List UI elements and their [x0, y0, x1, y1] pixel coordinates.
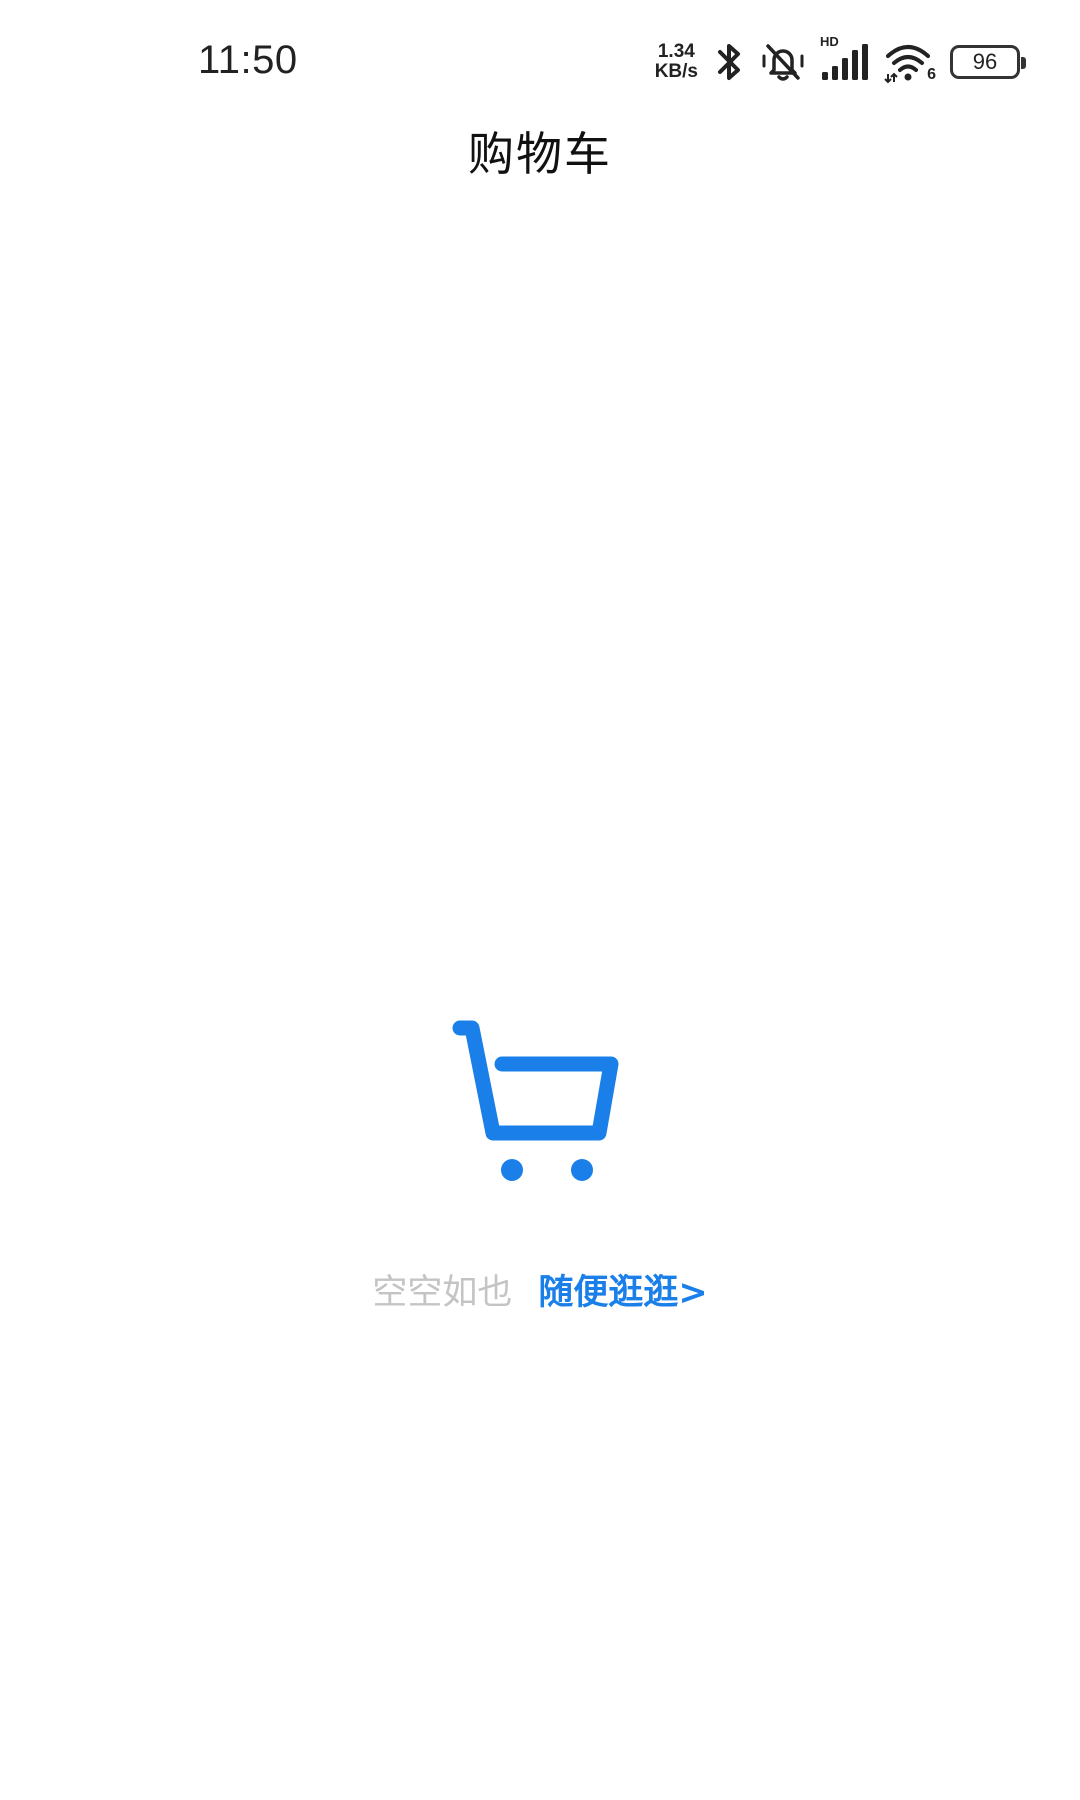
network-speed: 1.34 KB/s [655, 42, 698, 82]
signal-icon: HD [820, 34, 870, 84]
signal-label: HD [820, 34, 839, 49]
bluetooth-icon [712, 40, 746, 84]
network-speed-value: 1.34 [657, 41, 695, 62]
shopping-cart-icon [450, 1020, 630, 1194]
status-icons: 1.34 KB/s HD 6 96 [655, 34, 1026, 86]
silent-bell-icon [760, 40, 806, 84]
battery-icon: 96 [950, 45, 1026, 79]
network-speed-unit: KB/s [654, 61, 698, 82]
empty-message-row: 空空如也 随便逛逛> [372, 1264, 707, 1315]
battery-level: 96 [972, 49, 998, 74]
status-bar: 11:50 1.34 KB/s HD 6 96 [0, 0, 1080, 110]
page-title: 购物车 [468, 127, 612, 181]
status-time: 11:50 [198, 38, 298, 82]
wifi-icon: 6 [884, 40, 936, 84]
wifi-label: 6 [927, 66, 936, 83]
empty-cart-state: 空空如也 随便逛逛> [0, 1020, 1080, 1315]
empty-cart-message: 空空如也 [372, 1273, 513, 1313]
browse-link[interactable]: 随便逛逛> [538, 1264, 707, 1315]
